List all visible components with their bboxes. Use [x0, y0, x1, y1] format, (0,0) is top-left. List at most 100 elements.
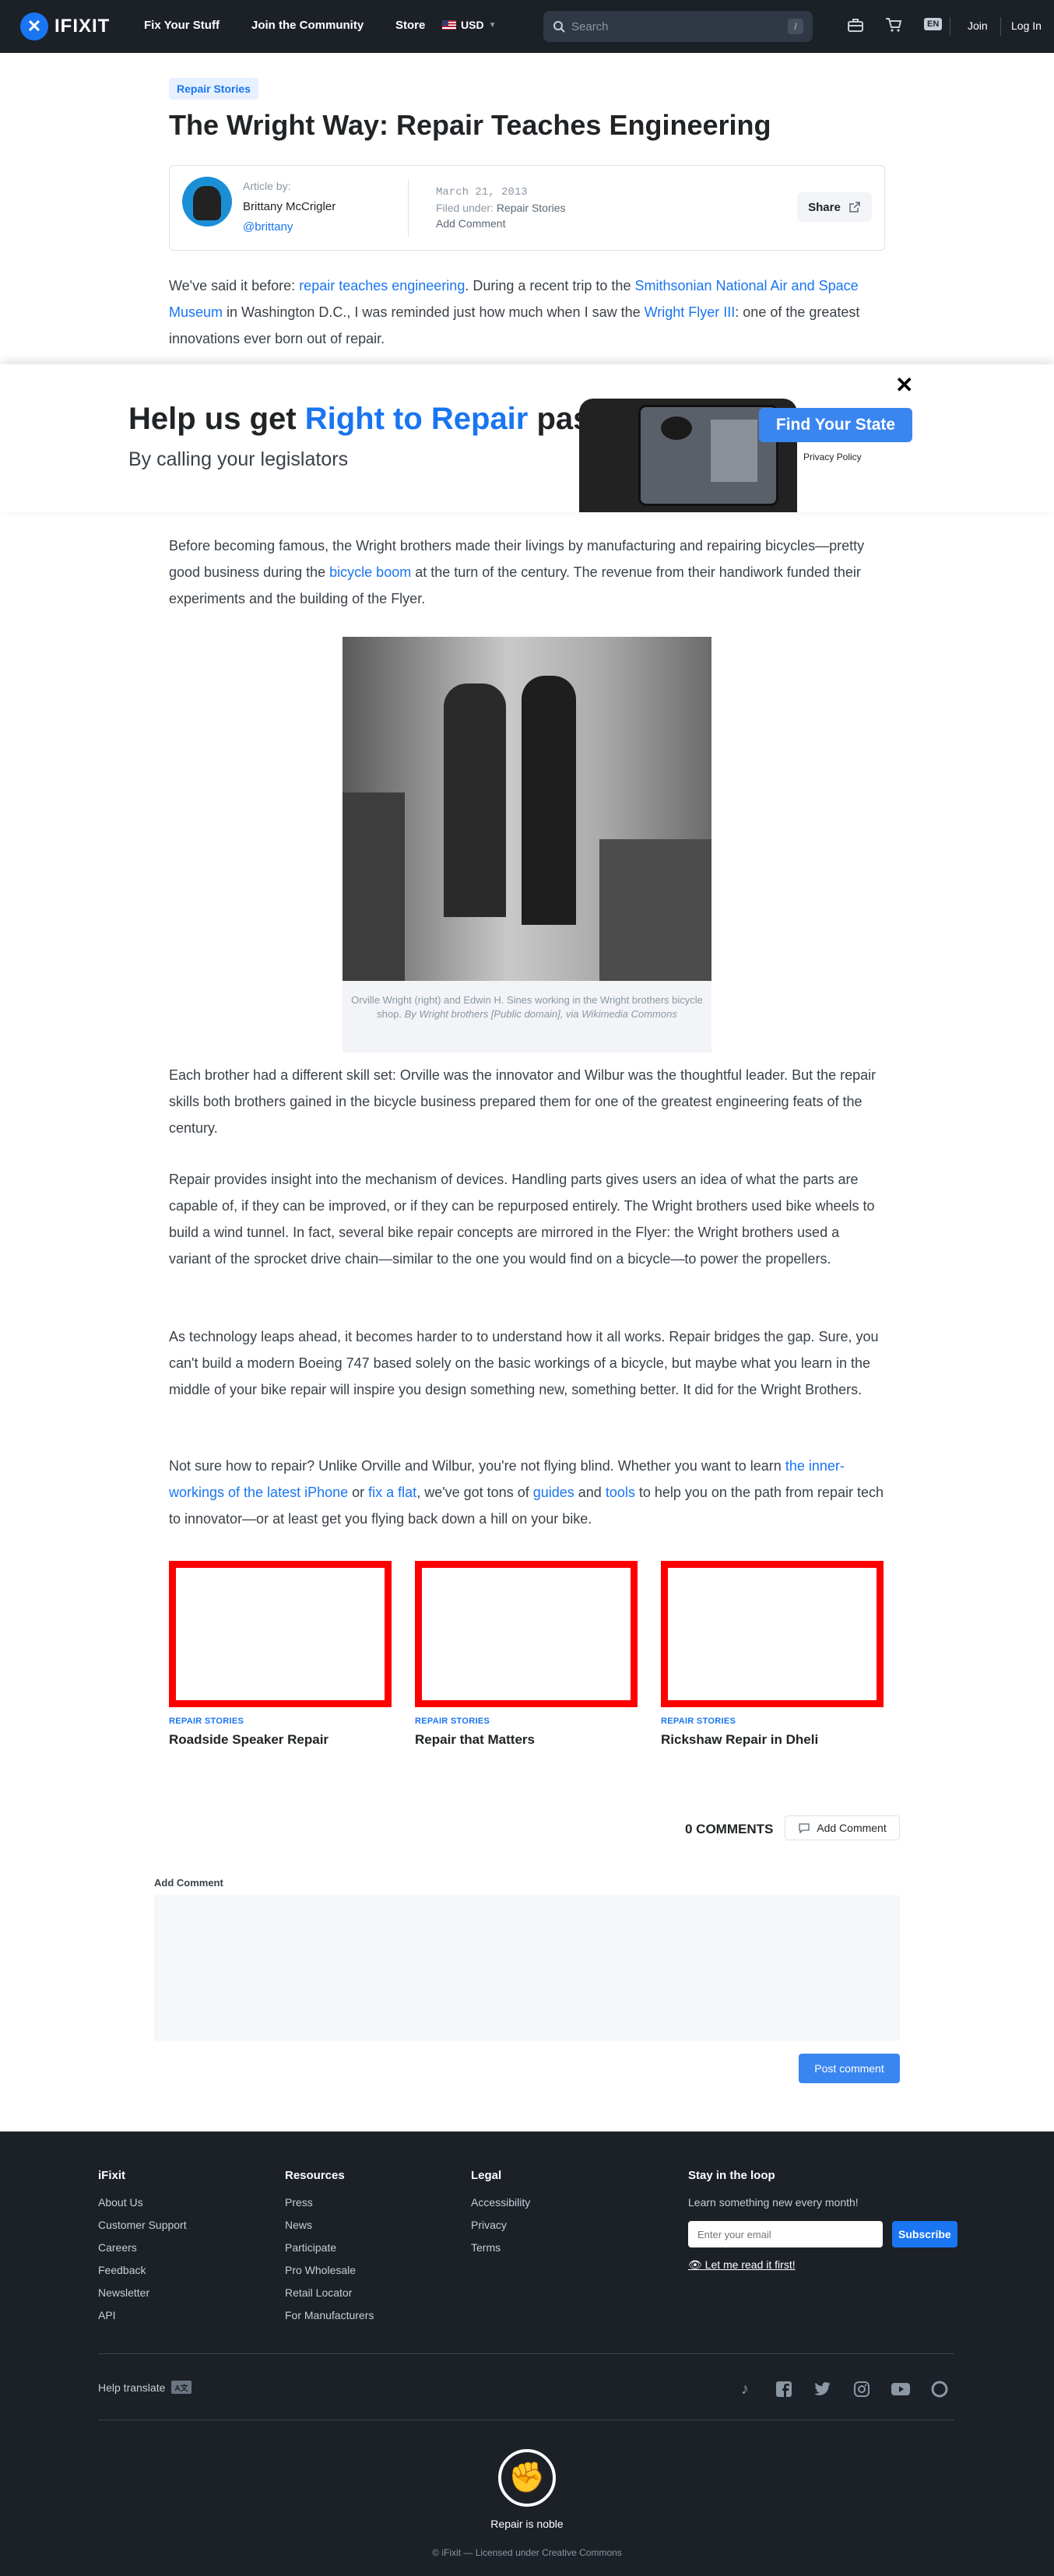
text: . During a recent trip to the — [465, 278, 635, 293]
search-input[interactable] — [571, 19, 782, 33]
photo-detail — [444, 684, 506, 917]
close-icon[interactable]: ✕ — [895, 372, 913, 398]
footer-col-title: Resources — [285, 2169, 345, 2182]
banner-title: Help us get Right to Repair passed — [128, 402, 644, 437]
external-link-icon — [849, 202, 860, 213]
guides-link[interactable]: guides — [533, 1485, 574, 1500]
wright-flyer-link[interactable]: Wright Flyer III — [645, 304, 736, 320]
banner-subtitle: By calling your legislators — [128, 448, 349, 470]
fix-a-flat-link[interactable]: fix a flat — [368, 1485, 416, 1500]
license-text: © iFixit — Licensed under Creative Commo… — [432, 2547, 622, 2558]
article-by-label: Article by: — [243, 180, 291, 192]
share-label: Share — [808, 200, 841, 214]
add-comment-button[interactable]: Add Comment — [785, 1815, 900, 1840]
footer-col-legal: Legal Accessibility Privacy Terms — [471, 2169, 530, 2264]
nav-store[interactable]: Store — [395, 19, 425, 32]
youtube-icon[interactable] — [891, 2379, 911, 2399]
facebook-icon[interactable] — [774, 2379, 794, 2399]
repair-teaches-engineering-link[interactable]: repair teaches engineering — [299, 278, 465, 293]
right-to-repair-banner: Help us get Right to Repair passed By ca… — [0, 364, 1054, 512]
footer-col-ifixit: iFixit About Us Customer Support Careers… — [98, 2169, 187, 2332]
footer-link[interactable]: Feedback — [98, 2264, 187, 2276]
cart-icon[interactable] — [885, 17, 902, 33]
phone-internals — [638, 405, 778, 506]
search-icon — [553, 21, 565, 33]
footer-link[interactable]: API — [98, 2309, 187, 2321]
email-field[interactable] — [688, 2221, 883, 2247]
footer-link[interactable]: Accessibility — [471, 2196, 530, 2209]
related-story-card[interactable]: REPAIR STORIES Roadside Speaker Repair — [169, 1561, 392, 1748]
nav-divider — [1000, 17, 1001, 36]
footer-link[interactable]: Customer Support — [98, 2219, 187, 2231]
privacy-policy-link[interactable]: Privacy Policy — [803, 452, 862, 462]
tiktok-icon[interactable]: ♪ — [735, 2379, 755, 2399]
related-story-category: REPAIR STORIES — [661, 1717, 736, 1726]
read-first-link[interactable]: 👁 Let me read it first! — [688, 2258, 957, 2272]
translate-icon: A文 — [171, 2381, 191, 2394]
footer-link[interactable]: Participate — [285, 2241, 374, 2254]
tools-link[interactable]: tools — [606, 1485, 635, 1500]
footer-divider — [98, 2353, 954, 2354]
email-row: Subscribe — [688, 2221, 957, 2247]
nav-fix-your-stuff[interactable]: Fix Your Stuff — [144, 19, 220, 32]
paragraph-4: As technology leaps ahead, it becomes ha… — [169, 1329, 879, 1397]
eye-icon: 👁 — [688, 2258, 702, 2271]
add-comment-label: Add Comment — [817, 1822, 887, 1834]
footer-link[interactable]: News — [285, 2219, 374, 2231]
footer-link[interactable]: About Us — [98, 2196, 187, 2209]
language-selector[interactable]: EN — [924, 18, 943, 30]
category-tag[interactable]: Repair Stories — [169, 78, 258, 100]
article-figure: Orville Wright (right) and Edwin H. Sine… — [343, 637, 711, 1053]
footer-link[interactable]: Newsletter — [98, 2286, 187, 2299]
footer-col-title: Legal — [471, 2169, 502, 2182]
login-link[interactable]: Log In — [1011, 19, 1042, 32]
currency-selector[interactable]: USD ▼ — [442, 19, 496, 31]
related-story-card[interactable]: REPAIR STORIES Repair that Matters — [415, 1561, 638, 1748]
subscribe-button[interactable]: Subscribe — [892, 2221, 957, 2247]
nav-join-community[interactable]: Join the Community — [251, 19, 364, 32]
bicycle-boom-link[interactable]: bicycle boom — [329, 564, 411, 580]
text: , we've got tons of — [416, 1485, 533, 1500]
join-link[interactable]: Join — [968, 19, 988, 32]
filed-category-link[interactable]: Repair Stories — [497, 202, 566, 214]
text: Right to Repair — [304, 402, 529, 436]
paragraph-2: Each brother had a different skill set: … — [169, 1067, 877, 1136]
footer-link[interactable]: For Manufacturers — [285, 2309, 374, 2321]
share-button[interactable]: Share — [797, 192, 872, 222]
author-handle-link[interactable]: @brittany — [243, 220, 293, 234]
help-translate-link[interactable]: Help translate A文 — [98, 2381, 191, 2394]
avatar[interactable] — [182, 177, 232, 227]
figure-credit: By Wright brothers [Public domain], via … — [404, 1008, 677, 1020]
footer-col-title: iFixit — [98, 2169, 126, 2182]
footer-link[interactable]: Pro Wholesale — [285, 2264, 374, 2276]
related-story-image — [415, 1561, 638, 1707]
footer-col-resources: Resources Press News Participate Pro Who… — [285, 2169, 374, 2332]
footer-link[interactable]: Retail Locator — [285, 2286, 374, 2299]
footer-link[interactable]: Careers — [98, 2241, 187, 2254]
paragraph-3: Repair provides insight into the mechani… — [169, 1172, 875, 1267]
instagram-icon[interactable] — [852, 2379, 872, 2399]
discourse-icon[interactable] — [929, 2379, 950, 2399]
search-bar[interactable]: / — [543, 11, 813, 42]
footer-link[interactable]: Terms — [471, 2241, 530, 2254]
post-comment-button[interactable]: Post comment — [799, 2054, 900, 2083]
comment-textarea[interactable] — [154, 1895, 900, 2041]
meta-divider — [408, 180, 409, 237]
comment-bubble-icon — [799, 1823, 810, 1833]
footer-link[interactable]: Privacy — [471, 2219, 530, 2231]
figure-caption: Orville Wright (right) and Edwin H. Sine… — [350, 993, 704, 1021]
related-story-card[interactable]: REPAIR STORIES Rickshaw Repair in Dheli — [661, 1561, 884, 1748]
site-footer: iFixit About Us Customer Support Careers… — [0, 2131, 1054, 2576]
photo-detail — [522, 676, 576, 925]
footer-col-title: Stay in the loop — [688, 2169, 775, 2182]
wright-brothers-photo — [343, 637, 711, 981]
add-comment-link[interactable]: Add Comment — [436, 217, 505, 230]
ifixit-logo[interactable]: ✕ IFIXIT — [20, 12, 110, 40]
related-story-title: Repair that Matters — [415, 1732, 535, 1747]
find-your-state-button[interactable]: Find Your State — [759, 408, 912, 442]
twitter-icon[interactable] — [813, 2379, 833, 2399]
footer-link[interactable]: Press — [285, 2196, 374, 2209]
toolbox-icon[interactable] — [847, 17, 864, 33]
comment-count: 0 COMMENTS — [685, 1822, 774, 1836]
logo-mark-icon: ✕ — [20, 12, 48, 40]
